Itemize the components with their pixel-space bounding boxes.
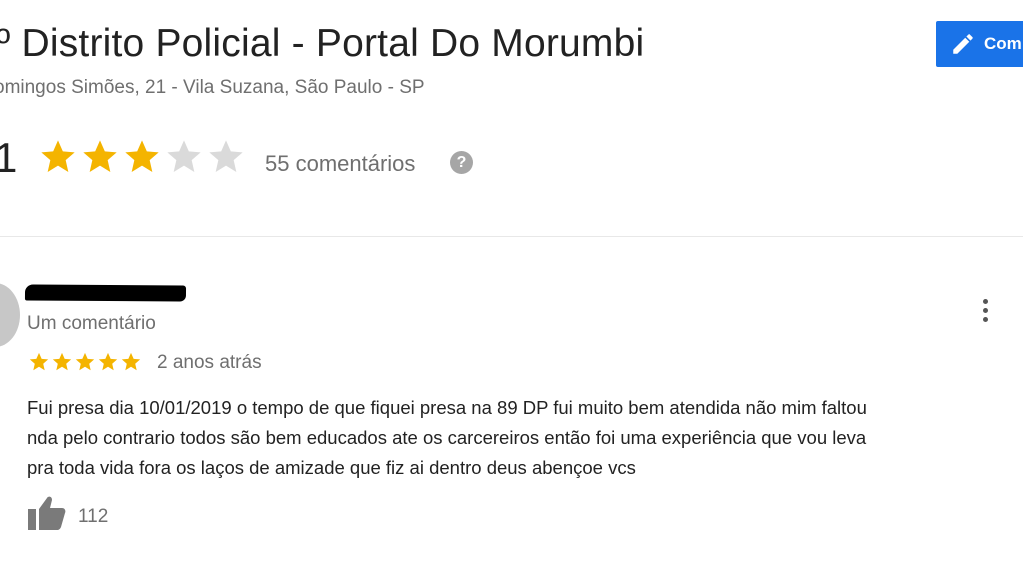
reviewer-meta: Um comentário	[27, 313, 156, 334]
review-text-line: nda pelo contrario todos são bem educado…	[27, 427, 867, 448]
place-reviews-page: º Distrito Policial - Portal Do Morumbi …	[0, 0, 1023, 575]
divider	[0, 236, 1023, 237]
place-title: º Distrito Policial - Portal Do Morumbi	[0, 22, 645, 65]
rating-stars	[38, 137, 246, 177]
redacted-reviewer-name	[24, 284, 187, 302]
pencil-icon	[950, 31, 976, 57]
more-vert-icon[interactable]	[974, 295, 996, 325]
star-icon	[29, 352, 49, 371]
star-icon	[52, 352, 72, 371]
star-icon	[98, 352, 118, 371]
star-icon	[125, 140, 159, 172]
star-icon	[167, 140, 201, 172]
star-icon	[41, 140, 75, 172]
write-comment-label: Com	[984, 34, 1022, 53]
help-icon[interactable]: ?	[450, 151, 473, 174]
review-count-link[interactable]: 55 comentários	[265, 151, 415, 177]
rating-value: 1	[0, 134, 18, 181]
star-icon	[209, 140, 243, 172]
avatar[interactable]	[0, 283, 20, 347]
star-icon	[121, 352, 141, 371]
like-count: 112	[78, 506, 109, 527]
review-text-line: pra toda vida fora os laços de amizade q…	[27, 457, 636, 478]
rating-summary: 1 55 comentários ?	[0, 132, 1023, 182]
review-stars	[28, 351, 142, 373]
review-text: Fui presa dia 10/01/2019 o tempo de que …	[27, 393, 1023, 483]
place-address: omingos Simões, 21 - Vila Suzana, São Pa…	[0, 77, 425, 98]
write-comment-button[interactable]: Com	[936, 21, 1023, 67]
star-icon	[75, 352, 95, 371]
thumbs-up-icon[interactable]	[27, 494, 67, 532]
review-text-line: Fui presa dia 10/01/2019 o tempo de que …	[27, 397, 867, 418]
review-date: 2 anos atrás	[157, 352, 262, 373]
star-icon	[83, 140, 117, 172]
